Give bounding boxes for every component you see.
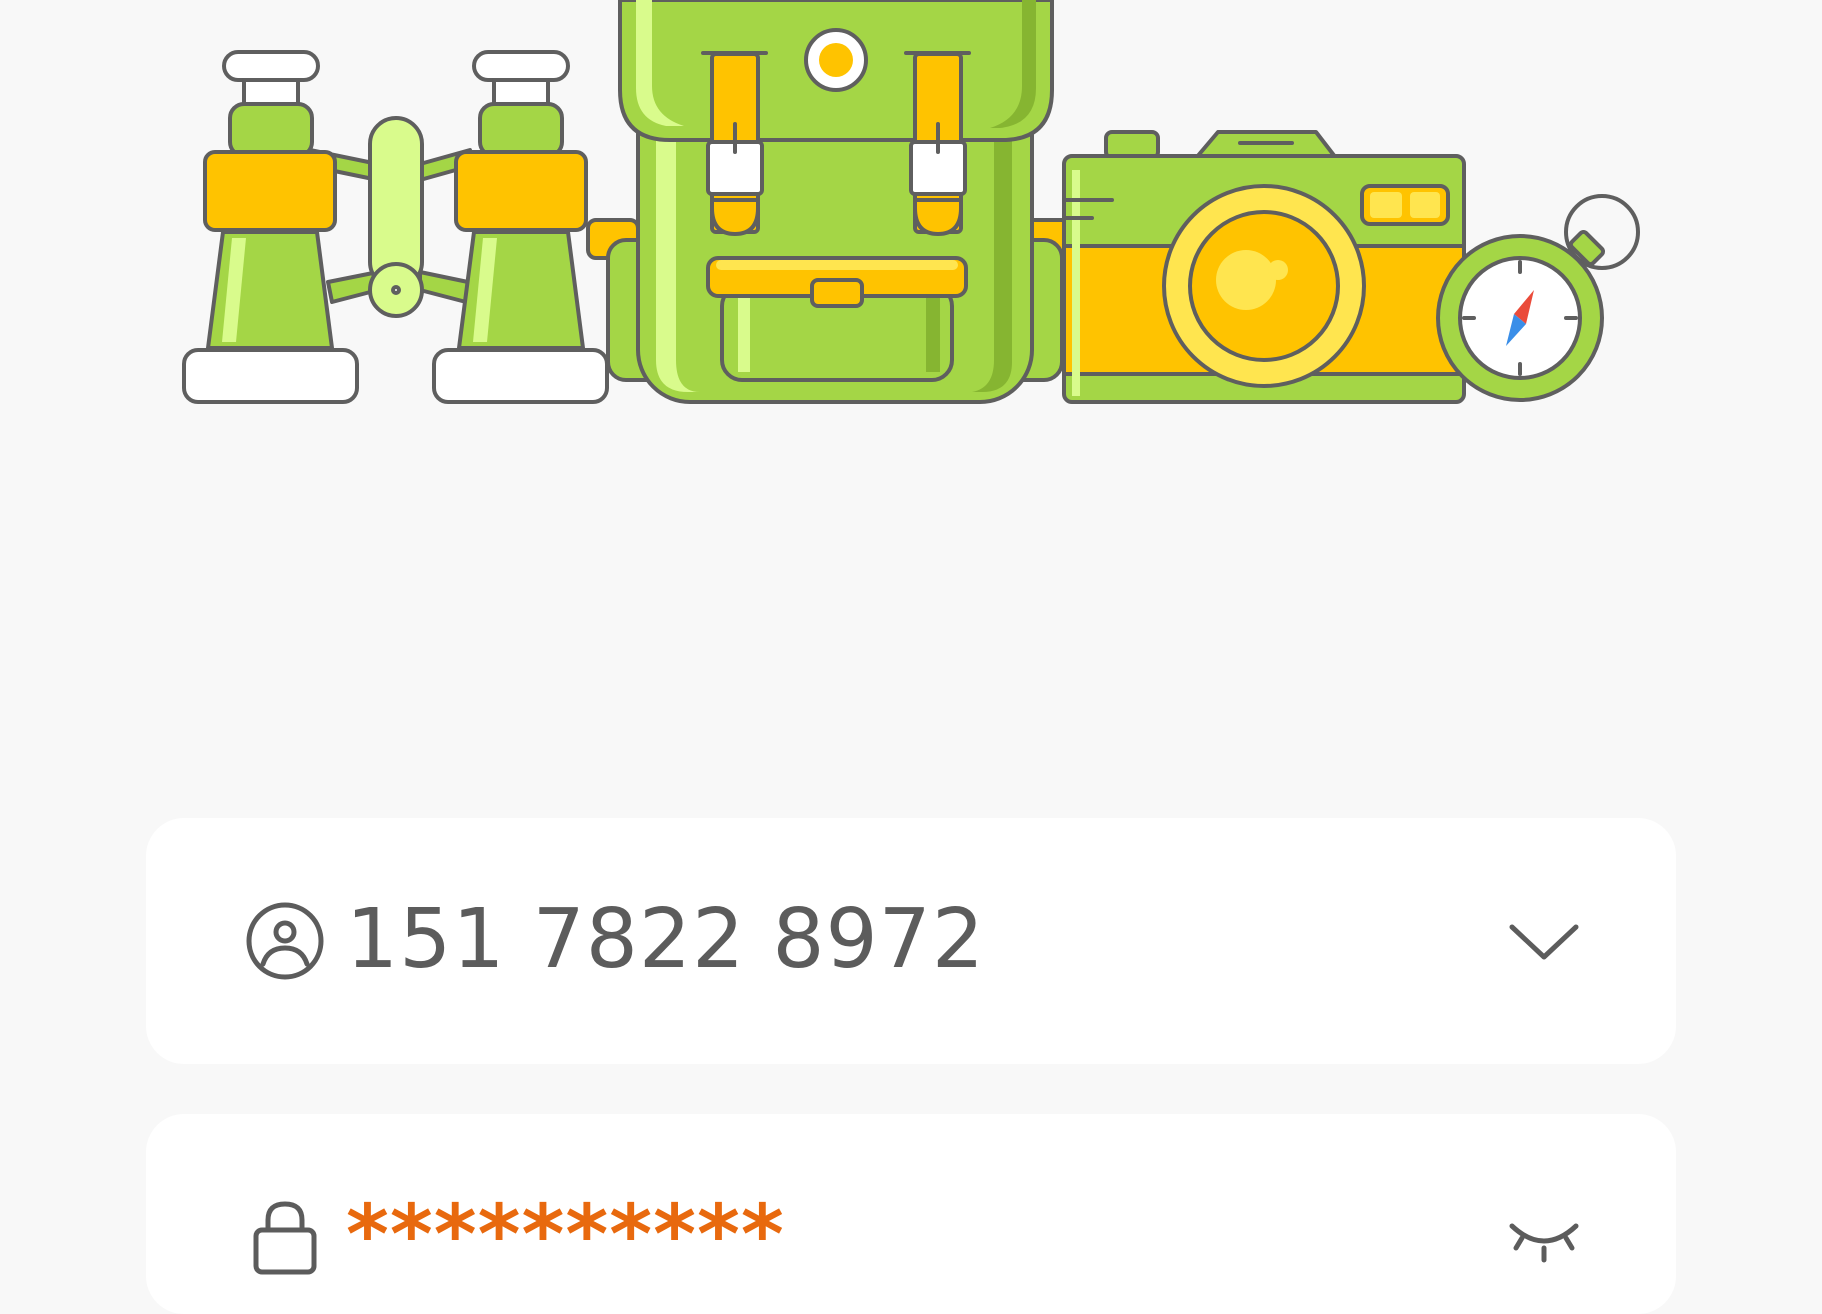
hero-illustration (182, 0, 1640, 404)
password-input[interactable]: ********** (346, 1186, 785, 1286)
backpack-illustration (586, 0, 1072, 404)
account-field[interactable]: 151 7822 8972 (146, 818, 1676, 1064)
user-circle-icon (246, 902, 324, 980)
account-number-text[interactable]: 151 7822 8972 (346, 890, 985, 990)
eye-closed-icon[interactable] (1508, 1206, 1580, 1278)
camera-illustration (1062, 130, 1466, 404)
chevron-down-icon[interactable] (1508, 905, 1580, 977)
compass-illustration (1436, 194, 1640, 402)
password-field[interactable]: ********** (146, 1114, 1676, 1314)
binoculars-illustration (182, 50, 609, 404)
lock-icon (253, 1201, 317, 1275)
